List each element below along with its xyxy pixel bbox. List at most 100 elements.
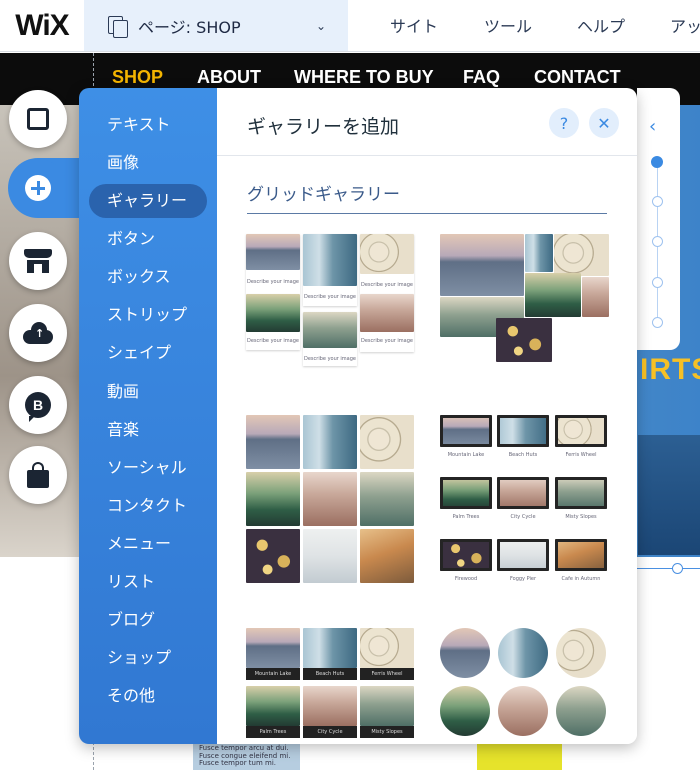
category-list: テキスト 画像 ギャラリー ボタン ボックス ストリップ シェイプ 動画 音楽 … xyxy=(79,88,217,744)
thumb-mountain-lake xyxy=(246,628,300,668)
thumb-caption: Describe your image xyxy=(361,282,413,288)
rail-upload-button[interactable]: ↑ xyxy=(9,304,67,362)
thumb-caption: Mountain Lake xyxy=(246,668,300,680)
category-gallery[interactable]: ギャラリー xyxy=(89,184,207,218)
page-selector-label: ページ: SHOP xyxy=(138,17,241,37)
thumb-misty-slopes xyxy=(556,686,606,736)
scroller-dot-4[interactable] xyxy=(652,277,663,288)
thumb-firewood xyxy=(440,539,492,571)
category-box[interactable]: ボックス xyxy=(89,260,207,294)
thumb-caption: Describe your image xyxy=(247,279,299,285)
add-panel: テキスト 画像 ギャラリー ボタン ボックス ストリップ シェイプ 動画 音楽 … xyxy=(79,88,637,744)
thumb-city-cycle xyxy=(303,472,357,526)
category-text[interactable]: テキスト xyxy=(89,108,207,142)
thumb-firewood xyxy=(246,529,300,583)
close-button[interactable]: ✕ xyxy=(589,108,619,138)
thumb-ferris-wheel xyxy=(360,234,414,274)
pages-icon xyxy=(106,15,128,38)
menu-tools[interactable]: ツール xyxy=(484,13,532,37)
category-video[interactable]: 動画 xyxy=(89,375,207,409)
thumb-caption: City Cycle xyxy=(303,726,357,738)
page-selector[interactable]: ページ: SHOP ⌄ xyxy=(84,0,348,51)
thumb-caption: Mountain Lake xyxy=(447,452,485,458)
thumb-beach-huts xyxy=(303,415,357,469)
category-blog[interactable]: ブログ xyxy=(89,603,207,637)
menu-upgrade[interactable]: アッ xyxy=(670,13,700,37)
rail-blog-button[interactable]: B xyxy=(9,376,67,434)
section-title: グリッドギャラリー xyxy=(247,185,400,205)
panel-title: ギャラリーを追加 xyxy=(247,116,400,138)
thumb-mountain-lake xyxy=(246,415,300,469)
thumb-caption: Ferris Wheel xyxy=(360,668,414,680)
section-divider xyxy=(247,213,607,214)
footer-text-image: Fusce tempor arcu at dui. Fusce congue e… xyxy=(193,743,300,770)
category-list-item[interactable]: リスト xyxy=(89,565,207,599)
category-shape[interactable]: シェイプ xyxy=(89,336,207,370)
background-square-icon xyxy=(27,108,49,130)
thumb-ferris-wheel xyxy=(556,628,606,678)
thumb-palm-trees xyxy=(246,294,300,332)
menu-help[interactable]: ヘルプ xyxy=(577,13,625,37)
category-image[interactable]: 画像 xyxy=(89,146,207,180)
hero-shirt-text: IRTS xyxy=(640,353,700,386)
resize-handle[interactable] xyxy=(672,563,683,574)
scroller-dot-5[interactable] xyxy=(652,317,663,328)
thumb-caption: Ferris Wheel xyxy=(565,452,597,458)
thumb-caption: Cafe in Autumn xyxy=(561,576,601,582)
thumb-cafe-in-autumn xyxy=(360,529,414,583)
category-menu[interactable]: メニュー xyxy=(89,527,207,561)
thumb-caption: Describe your image xyxy=(304,294,356,300)
thumb-city-cycle xyxy=(582,277,609,317)
thumb-city-cycle xyxy=(497,477,549,509)
thumb-palm-trees xyxy=(440,477,492,509)
category-music[interactable]: 音楽 xyxy=(89,413,207,447)
category-contact[interactable]: コンタクト xyxy=(89,489,207,523)
store-icon xyxy=(24,249,52,273)
thumb-beach-huts xyxy=(498,628,548,678)
add-plus-icon xyxy=(25,175,51,201)
thumb-foggy-pier xyxy=(303,529,357,583)
scroller-dot-2[interactable] xyxy=(652,196,663,207)
chevron-left-icon[interactable]: ‹ xyxy=(649,116,656,137)
category-shop[interactable]: ショップ xyxy=(89,641,207,675)
site-nav-shop[interactable]: SHOP xyxy=(112,67,163,88)
thumb-caption: Describe your image xyxy=(361,338,413,344)
category-more[interactable]: その他 xyxy=(89,679,207,713)
thumb-city-cycle xyxy=(498,686,548,736)
category-social[interactable]: ソーシャル xyxy=(89,451,207,485)
site-nav-where-to-buy[interactable]: WHERE TO BUY xyxy=(294,67,434,88)
rail-store-button[interactable] xyxy=(9,446,67,504)
thumb-ferris-wheel xyxy=(360,415,414,469)
thumb-mountain-lake xyxy=(440,234,524,296)
rail-add-button[interactable] xyxy=(9,159,67,217)
site-nav-faq[interactable]: FAQ xyxy=(463,67,500,88)
thumb-caption: Describe your image xyxy=(247,338,299,344)
thumb-mountain-lake xyxy=(246,234,300,270)
thumb-beach-huts xyxy=(497,415,549,447)
thumb-caption: Describe your image xyxy=(304,356,356,362)
shopping-bag-icon xyxy=(27,462,49,488)
site-nav-about[interactable]: ABOUT xyxy=(197,67,261,88)
thumb-palm-trees xyxy=(525,273,581,317)
thumb-palm-trees xyxy=(246,472,300,526)
rail-app-market-button[interactable] xyxy=(9,232,67,290)
thumb-firewood xyxy=(496,318,552,362)
thumb-caption: Misty Slopes xyxy=(565,514,597,520)
section-scroller xyxy=(637,88,680,350)
scroller-dot-3[interactable] xyxy=(652,236,663,247)
thumb-misty-slopes xyxy=(360,686,414,726)
menu-site[interactable]: サイト xyxy=(390,13,438,37)
thumb-misty-slopes xyxy=(303,312,357,348)
thumb-caption: Beach Huts xyxy=(303,668,357,680)
chevron-down-icon: ⌄ xyxy=(315,18,326,33)
rail-background-button[interactable] xyxy=(9,90,67,148)
site-nav-contact[interactable]: CONTACT xyxy=(534,67,621,88)
scroller-dot-1[interactable] xyxy=(651,156,663,168)
thumb-beach-huts xyxy=(303,234,357,286)
wix-logo[interactable]: WiX xyxy=(0,0,84,51)
help-button[interactable]: ? xyxy=(549,108,579,138)
category-strip[interactable]: ストリップ xyxy=(89,298,207,332)
category-button[interactable]: ボタン xyxy=(89,222,207,256)
upload-cloud-icon: ↑ xyxy=(23,322,53,344)
thumb-mountain-lake xyxy=(440,628,490,678)
